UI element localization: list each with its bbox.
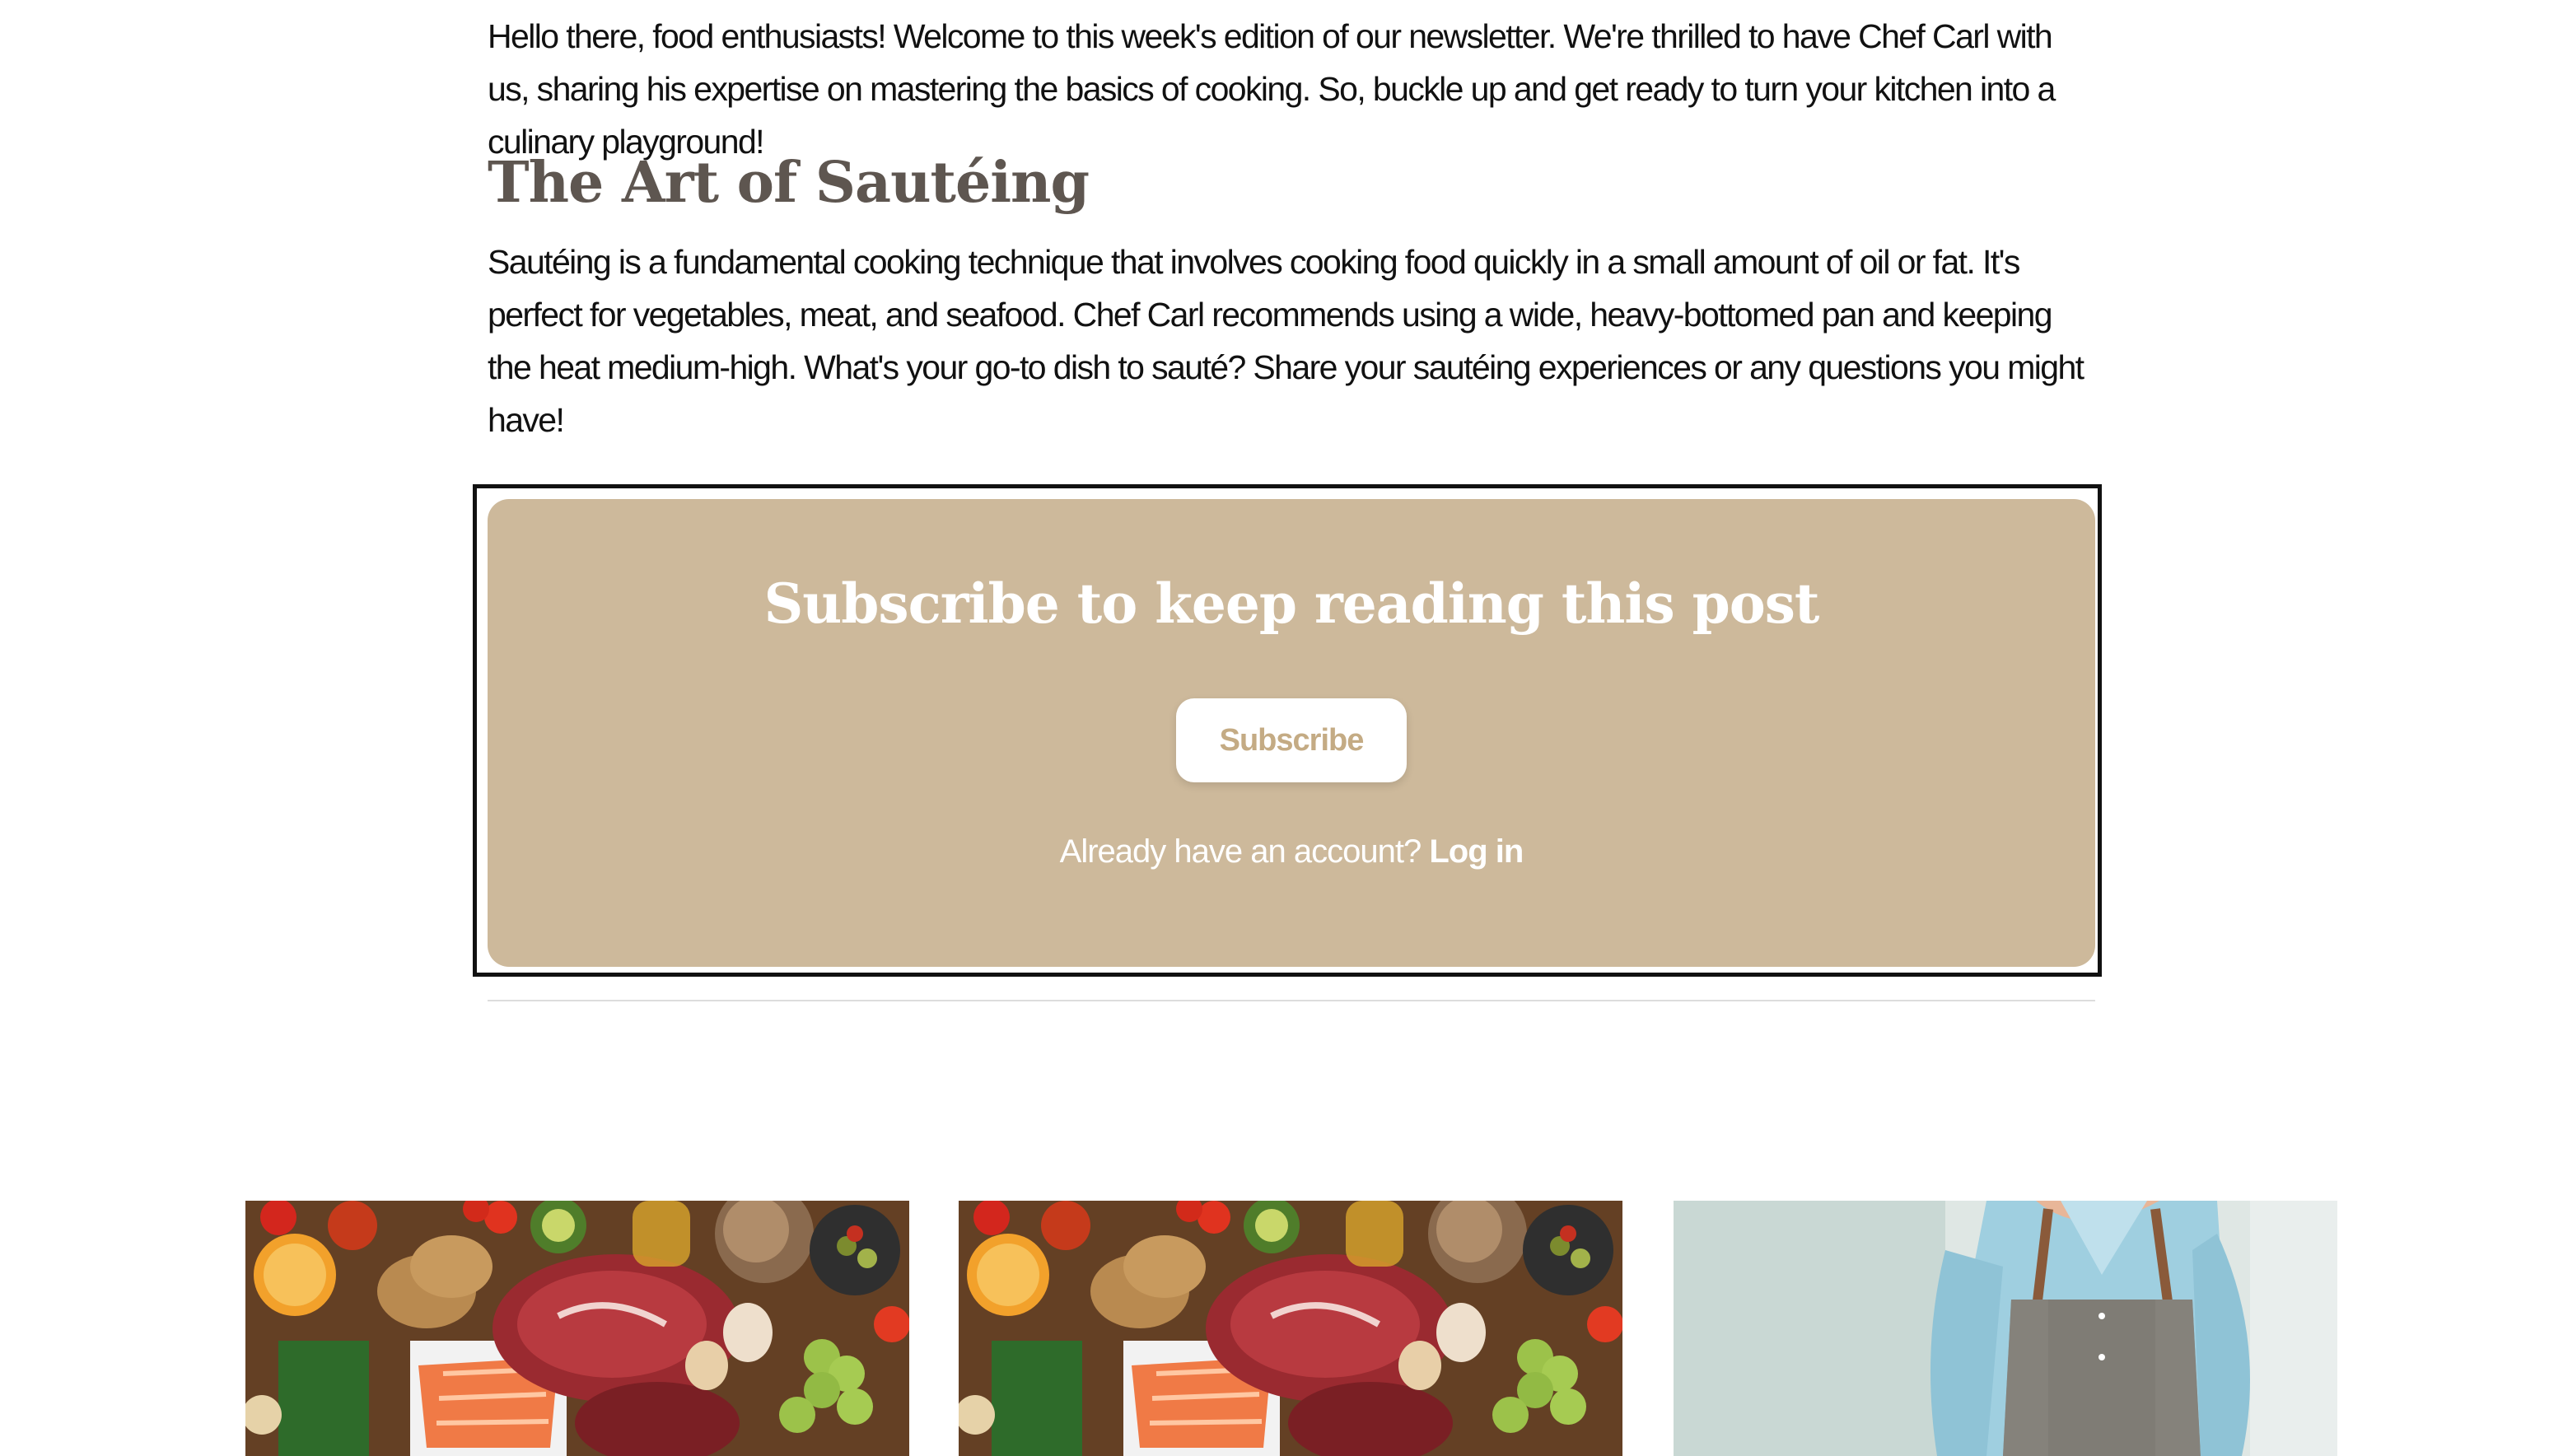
subscribe-button[interactable]: Subscribe — [1176, 698, 1407, 782]
paywall-title: Subscribe to keep reading this post — [763, 572, 1820, 636]
related-post-card[interactable] — [1674, 1201, 2337, 1456]
related-post-card[interactable] — [245, 1201, 909, 1456]
food-flatlay-image — [959, 1201, 1622, 1456]
paywall-box: Subscribe to keep reading this post Subs… — [488, 499, 2095, 967]
related-post-card[interactable] — [959, 1201, 1622, 1456]
food-flatlay-image — [245, 1201, 909, 1456]
login-prompt: Already have an account? Log in — [488, 825, 2095, 878]
account-prompt-text: Already have an account? — [1059, 833, 1422, 870]
section-heading: The Art of Sautéing — [488, 150, 1090, 216]
body-paragraph: Sautéing is a fundamental cooking techni… — [488, 243, 2084, 439]
login-link[interactable]: Log in — [1429, 833, 1524, 870]
chef-apron-image — [1674, 1201, 2337, 1456]
divider — [488, 1000, 2095, 1001]
